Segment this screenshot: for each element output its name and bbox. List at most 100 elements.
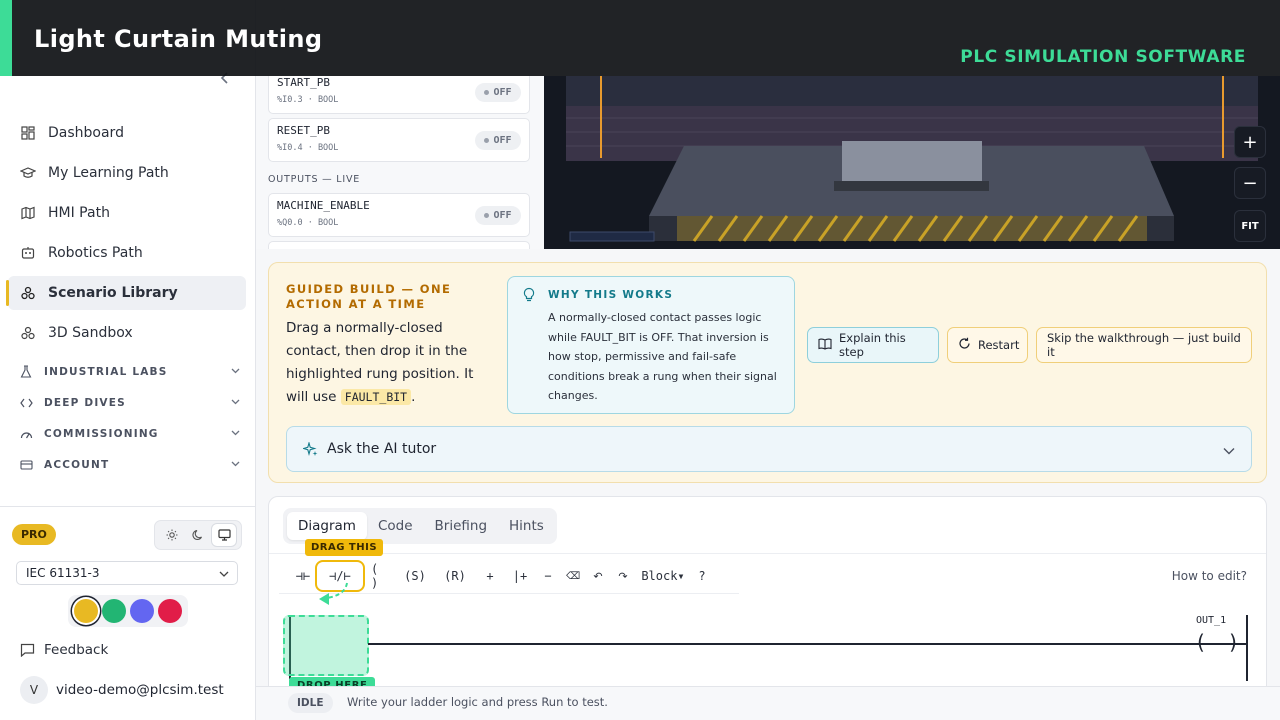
swatch-indigo[interactable] — [130, 599, 154, 623]
io-tag-name: RESET_PB — [277, 124, 330, 137]
user-account[interactable]: V video-demo@plcsim.test — [20, 676, 224, 704]
sun-icon[interactable] — [160, 524, 184, 546]
drag-this-tip: DRAG THIS — [305, 539, 384, 556]
map-icon — [20, 205, 36, 221]
set-coil-tool[interactable]: (S) — [395, 563, 435, 589]
undo-tool[interactable]: ↶ — [585, 563, 611, 589]
drop-zone[interactable] — [283, 615, 369, 676]
ai-tutor-accordion[interactable]: Ask the AI tutor — [286, 426, 1252, 472]
sidebar-item-label: HMI Path — [48, 205, 110, 221]
chevron-down-icon — [231, 396, 240, 408]
outputs-heading: OUTPUTS — LIVE — [268, 174, 361, 185]
right-power-rail — [1246, 615, 1248, 681]
sidebar-item-label: Dashboard — [48, 125, 124, 141]
drag-arrow-icon — [319, 582, 348, 605]
add-branch-tool[interactable]: |+ — [505, 563, 535, 589]
io-card-machine-enable[interactable]: MACHINE_ENABLE %Q0.0 · BOOL OFF — [268, 193, 530, 237]
standard-select-value: IEC 61131-3 — [26, 566, 100, 580]
card-icon — [20, 459, 34, 470]
tab-diagram[interactable]: Diagram — [287, 512, 367, 540]
tab-briefing[interactable]: Briefing — [424, 512, 499, 540]
section-commissioning[interactable]: COMMISSIONING — [8, 418, 246, 449]
section-industrial-labs[interactable]: INDUSTRIAL LABS — [8, 356, 246, 387]
io-state-label: OFF — [493, 135, 512, 146]
zoom-out-button[interactable]: − — [1234, 167, 1266, 199]
io-list-panel: START_PB %I0.3 · BOOL OFF RESET_PB %I0.4… — [256, 76, 544, 249]
feedback-link[interactable]: Feedback — [20, 642, 108, 658]
help-tool[interactable]: ? — [691, 563, 713, 589]
moon-icon[interactable] — [186, 524, 210, 546]
redo-tool[interactable]: ↷ — [611, 563, 635, 589]
theme-switcher — [154, 520, 242, 550]
sidebar-item-label: My Learning Path — [48, 165, 169, 181]
output-coil[interactable]: ( ) — [1197, 630, 1246, 654]
delete-tool[interactable]: ⌫ — [561, 563, 585, 589]
overlay-title: Light Curtain Muting — [34, 25, 323, 53]
fit-view-button[interactable]: FIT — [1234, 210, 1266, 242]
monitor-icon[interactable] — [212, 524, 236, 546]
dashboard-icon — [20, 125, 36, 141]
3d-viewport[interactable]: + − FIT — [544, 76, 1280, 249]
sidebar-divider — [0, 506, 256, 507]
how-to-edit-link[interactable]: How to edit? — [1172, 569, 1247, 583]
explain-step-button[interactable]: Explain this step — [807, 327, 939, 363]
io-card-reset-pb[interactable]: RESET_PB %I0.4 · BOOL OFF — [268, 118, 530, 162]
io-card-partial[interactable] — [268, 241, 530, 249]
sidebar-item-label: Robotics Path — [48, 245, 143, 261]
sidebar-item-3d-sandbox[interactable]: 3D Sandbox — [8, 316, 246, 350]
message-square-icon — [20, 643, 35, 657]
guided-heading: GUIDED BUILD — ONE ACTION AT A TIME — [286, 282, 452, 311]
graduation-cap-icon — [20, 165, 36, 181]
chevron-down-icon — [231, 365, 240, 377]
zoom-in-button[interactable]: + — [1234, 126, 1266, 158]
io-tag-address: %I0.4 · BOOL — [277, 143, 339, 153]
code-icon — [20, 398, 34, 408]
remove-tool[interactable]: − — [535, 563, 561, 589]
coil-tag-label: OUT_1 — [1196, 615, 1227, 626]
section-deep-dives[interactable]: DEEP DIVES — [8, 387, 246, 418]
sidebar-item-label: Scenario Library — [48, 285, 178, 301]
io-state-label: OFF — [493, 87, 512, 98]
tab-hints[interactable]: Hints — [498, 512, 555, 540]
guided-instructions: Drag a normally-closed contact, then dro… — [286, 317, 496, 409]
title-overlay: Light Curtain Muting PLC SIMULATION SOFT… — [0, 0, 1280, 76]
flask-icon — [20, 365, 34, 378]
status-dot-icon — [484, 90, 490, 95]
swatch-green[interactable] — [102, 599, 126, 623]
io-card-start-pb[interactable]: START_PB %I0.3 · BOOL OFF — [268, 76, 530, 114]
restart-button[interactable]: Restart — [947, 327, 1028, 363]
section-label: DEEP DIVES — [44, 396, 126, 409]
block-menu-tool[interactable]: Block▾ — [635, 563, 691, 589]
status-bar: IDLE Write your ladder logic and press R… — [256, 686, 1280, 720]
refresh-icon — [958, 337, 971, 353]
status-badge: IDLE — [288, 693, 333, 713]
section-account[interactable]: ACCOUNT — [8, 449, 246, 480]
sidebar-item-robotics-path[interactable]: Robotics Path — [8, 236, 246, 270]
sidebar-item-dashboard[interactable]: Dashboard — [8, 116, 246, 150]
skip-walkthrough-label: Skip the walkthrough — just build it — [1047, 331, 1241, 359]
ai-tutor-label: Ask the AI tutor — [327, 441, 437, 457]
section-label: COMMISSIONING — [44, 427, 159, 440]
status-message: Write your ladder logic and press Run to… — [347, 695, 608, 709]
io-state-badge: OFF — [475, 131, 521, 150]
sparkles-icon — [301, 440, 318, 461]
standard-select[interactable]: IEC 61131-3 — [16, 561, 238, 585]
coil-tool[interactable]: ( ) — [365, 562, 395, 590]
sidebar-item-learning-path[interactable]: My Learning Path — [8, 156, 246, 190]
no-contact-tool[interactable]: ⊣⊢ — [291, 563, 315, 589]
swatch-gold[interactable] — [74, 599, 98, 623]
chevron-down-icon — [1223, 443, 1235, 459]
reset-coil-tool[interactable]: (R) — [435, 563, 475, 589]
accent-swatches — [68, 595, 188, 627]
plan-badge: PRO — [12, 524, 56, 545]
tab-code[interactable]: Code — [367, 512, 424, 540]
robot-icon — [20, 245, 36, 261]
add-rung-tool[interactable]: + — [475, 563, 505, 589]
sidebar-nav: Dashboard My Learning Path HMI Path Robo… — [6, 116, 246, 480]
explain-step-label: Explain this step — [839, 331, 906, 359]
swatch-rose[interactable] — [158, 599, 182, 623]
sidebar-item-scenario-library[interactable]: Scenario Library — [6, 276, 246, 310]
sidebar-item-hmi-path[interactable]: HMI Path — [8, 196, 246, 230]
skip-walkthrough-button[interactable]: Skip the walkthrough — just build it — [1036, 327, 1252, 363]
avatar: V — [20, 676, 48, 704]
